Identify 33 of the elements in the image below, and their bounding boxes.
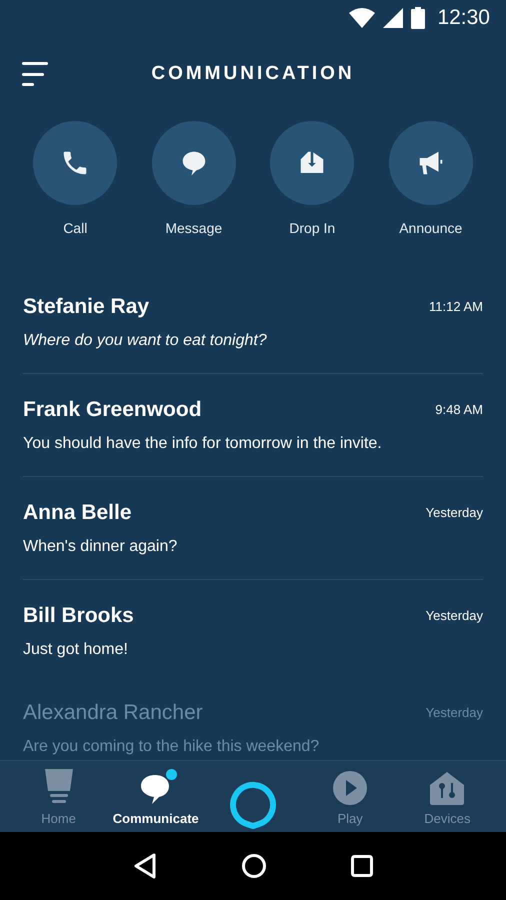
screen-title: COMMUNICATION	[151, 62, 355, 86]
alexa-ring-icon[interactable]	[228, 780, 277, 828]
conversation-row[interactable]: Anna Belle Yesterday When's dinner again?	[23, 477, 483, 580]
message-preview: When's dinner again?	[23, 536, 178, 556]
conversation-row[interactable]: Stefanie Ray 11:12 AM Where do you want to eat tonight?	[23, 271, 483, 374]
play-icon	[333, 771, 368, 805]
nav-tab[interactable]: Communicate	[108, 764, 204, 828]
message-time: 9:48 AM	[435, 401, 483, 419]
battery-icon	[411, 6, 426, 28]
contact-name: Bill Brooks	[23, 603, 134, 629]
message-time: Yesterday	[426, 504, 483, 522]
signal-icon	[383, 8, 404, 28]
message-time: 11:12 AM	[429, 298, 483, 316]
conversation-row[interactable]: Bill Brooks Yesterday Just got home!	[23, 580, 483, 683]
message-preview: Are you coming to the hike this weekend?	[23, 736, 320, 756]
menu-icon[interactable]	[22, 62, 48, 86]
home-circle-icon[interactable]	[242, 854, 266, 878]
message-time: Yesterday	[426, 704, 483, 722]
message-preview: You should have the info for tomorrow in the invite.	[23, 434, 383, 454]
contact-name: Frank Greenwood	[23, 397, 202, 423]
status-time: 12:30	[437, 4, 490, 31]
wifi-icon	[349, 8, 376, 28]
contact-name: Stefanie Ray	[23, 294, 150, 320]
contact-name: Alexandra Rancher	[23, 700, 203, 726]
contact-name: Anna Belle	[23, 500, 132, 526]
recents-icon[interactable]	[351, 855, 374, 877]
back-icon[interactable]	[132, 853, 157, 879]
message-preview: Just got home!	[23, 640, 129, 660]
message-preview: Where do you want to eat tonight?	[23, 330, 268, 350]
house-icon	[429, 771, 466, 805]
message-time: Yesterday	[426, 607, 483, 625]
conversation-row[interactable]: Frank Greenwood 9:48 AM You should have the info for tomorrow in the invite.	[23, 374, 483, 477]
speaker-icon	[42, 769, 75, 805]
